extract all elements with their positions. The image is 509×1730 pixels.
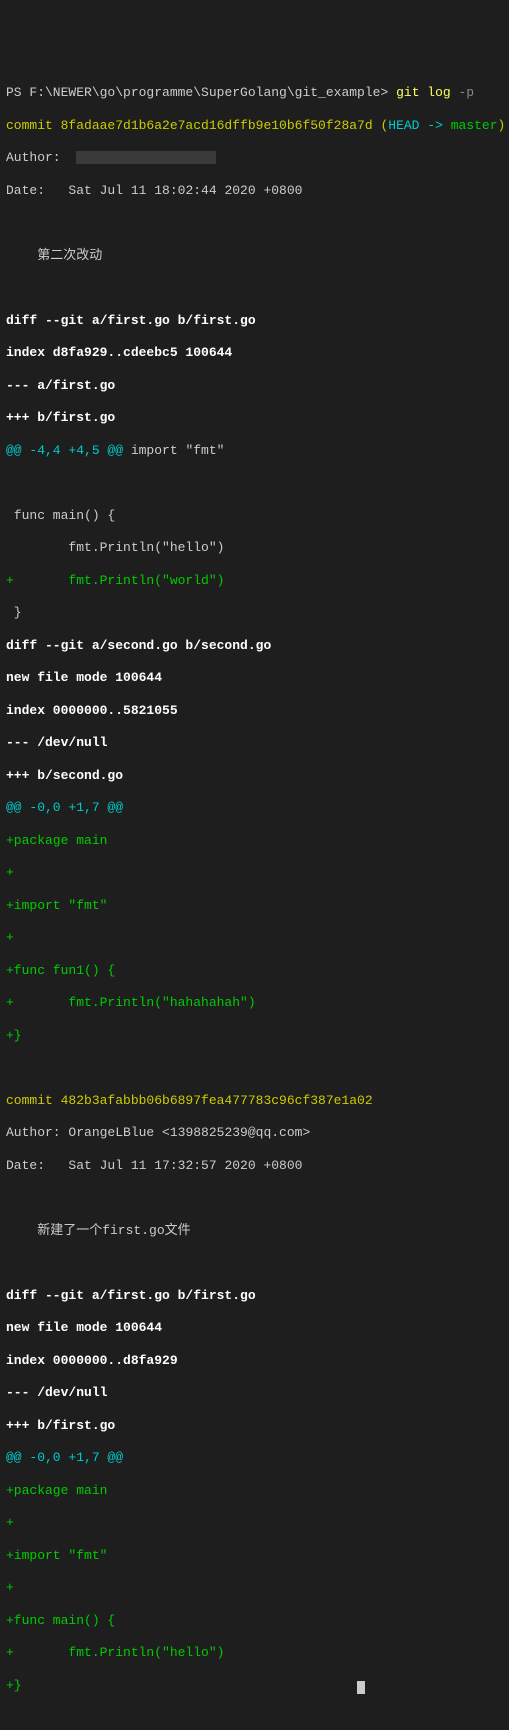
command-arg: -p: [451, 85, 474, 100]
diff-header: diff --git a/second.go b/second.go: [6, 638, 503, 654]
date-line: Date: Sat Jul 11 18:02:44 2020 +0800: [6, 183, 503, 199]
prompt-line: PS F:\NEWER\go\programme\SuperGolang\git…: [6, 85, 503, 101]
diff-line-add: +func fun1() {: [6, 963, 503, 979]
command[interactable]: git log: [396, 85, 451, 100]
diff-header: index 0000000..d8fa929: [6, 1353, 503, 1369]
diff-line-add: + fmt.Println("hello"): [6, 1645, 503, 1661]
commit-message: 第二次改动: [6, 248, 503, 264]
diff-header: index d8fa929..cdeebc5 100644: [6, 345, 503, 361]
blank: [6, 1060, 503, 1076]
author-line: Author: OrangeLBlue <1398825239@qq.com>: [6, 1125, 503, 1141]
head-ref: HEAD ->: [388, 118, 443, 133]
terminal-output: PS F:\NEWER\go\programme\SuperGolang\git…: [6, 69, 503, 1710]
diff-header: +++ b/first.go: [6, 1418, 503, 1434]
diff-header: --- /dev/null: [6, 735, 503, 751]
hunk-header: @@ -0,0 +1,7 @@: [6, 800, 503, 816]
diff-line-add: +import "fmt": [6, 1548, 503, 1564]
diff-line-add: +: [6, 1580, 503, 1596]
author-value: OrangeLBlue <1398825239@qq.com>: [68, 1125, 310, 1140]
diff-line-add: +}: [6, 1028, 503, 1044]
hunk-header: @@ -4,4 +4,5 @@ import "fmt": [6, 443, 503, 459]
diff-header: --- /dev/null: [6, 1385, 503, 1401]
diff-line: fmt.Println("hello"): [6, 540, 503, 556]
author-line: Author:: [6, 150, 503, 166]
diff-line-add: + fmt.Println("world"): [6, 573, 503, 589]
diff-line: func main() {: [6, 508, 503, 524]
commit-line: commit 482b3afabbb06b6897fea477783c96cf3…: [6, 1093, 503, 1109]
branch-name: master: [443, 118, 498, 133]
diff-line-add: +package main: [6, 1483, 503, 1499]
last-line: +}: [6, 1678, 503, 1694]
blank: [6, 1255, 503, 1271]
diff-header: index 0000000..5821055: [6, 703, 503, 719]
redacted-author: [76, 151, 216, 164]
diff-header: --- a/first.go: [6, 378, 503, 394]
commit-hash: 482b3afabbb06b6897fea477783c96cf387e1a02: [61, 1093, 373, 1108]
commit-message: 新建了一个first.go文件: [6, 1223, 503, 1239]
working-dir: F:\NEWER\go\programme\SuperGolang\git_ex…: [29, 85, 380, 100]
shell-prefix: PS: [6, 85, 29, 100]
diff-line-add: +func main() {: [6, 1613, 503, 1629]
diff-header: +++ b/second.go: [6, 768, 503, 784]
diff-line: }: [6, 605, 503, 621]
diff-header: diff --git a/first.go b/first.go: [6, 313, 503, 329]
diff-line-add: +import "fmt": [6, 898, 503, 914]
diff-header: new file mode 100644: [6, 670, 503, 686]
diff-line-add: +: [6, 930, 503, 946]
cursor-icon: [357, 1681, 365, 1694]
diff-line: [6, 475, 503, 491]
blank: [6, 1190, 503, 1206]
diff-line-add: +: [6, 865, 503, 881]
commit-line: commit 8fadaae7d1b6a2e7acd16dffb9e10b6f5…: [6, 118, 503, 134]
prompt-sep: >: [380, 85, 388, 100]
diff-header: new file mode 100644: [6, 1320, 503, 1336]
diff-header: +++ b/first.go: [6, 410, 503, 426]
diff-line-add: + fmt.Println("hahahahah"): [6, 995, 503, 1011]
hunk-header: @@ -0,0 +1,7 @@: [6, 1450, 503, 1466]
date-line: Date: Sat Jul 11 17:32:57 2020 +0800: [6, 1158, 503, 1174]
blank: [6, 280, 503, 296]
diff-header: diff --git a/first.go b/first.go: [6, 1288, 503, 1304]
commit-hash: 8fadaae7d1b6a2e7acd16dffb9e10b6f50f28a7d: [61, 118, 373, 133]
blank: [6, 215, 503, 231]
diff-line-add: +package main: [6, 833, 503, 849]
diff-line-add: +: [6, 1515, 503, 1531]
